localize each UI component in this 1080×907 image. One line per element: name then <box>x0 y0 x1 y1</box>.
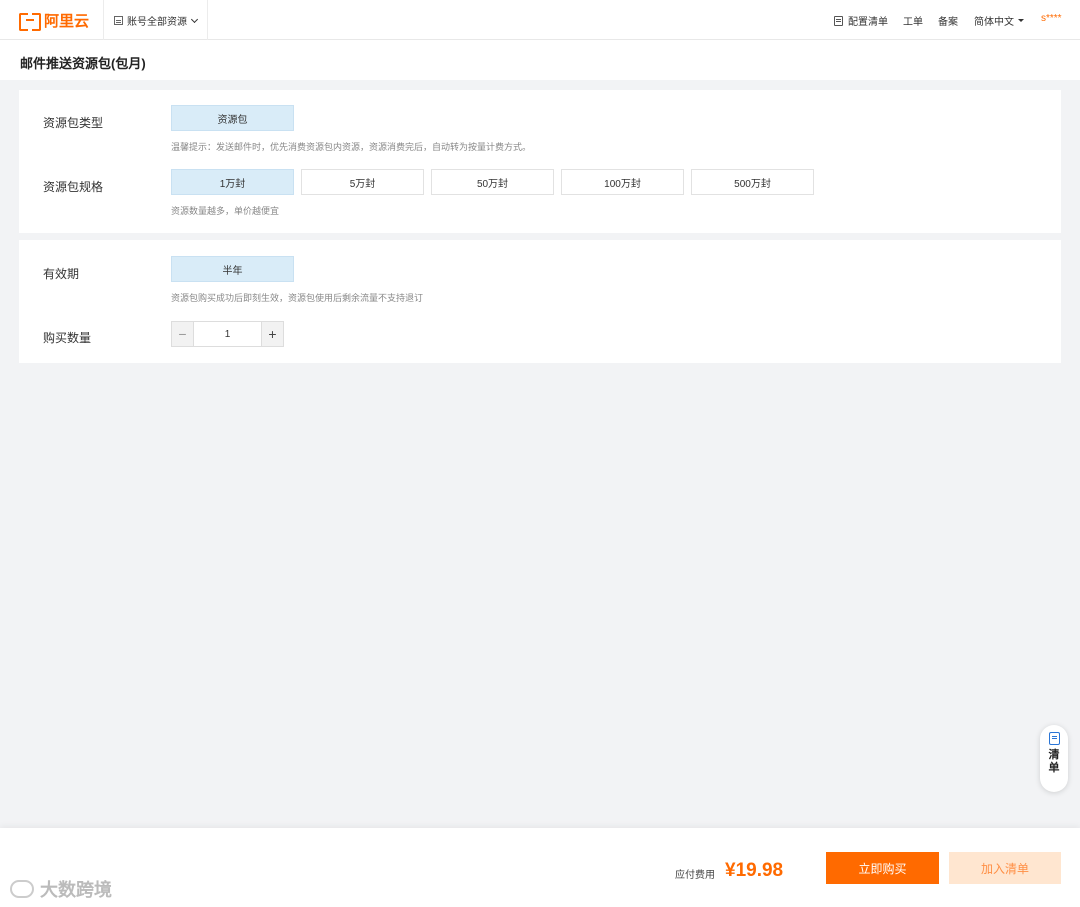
validity-hint: 资源包购买成功后即刻生效，资源包使用后剩余流量不支持退订 <box>171 293 424 303</box>
package-spec-label: 资源包规格 <box>43 180 104 194</box>
config-list-link[interactable]: 配置清单 <box>834 13 888 28</box>
validity-label: 有效期 <box>43 267 80 281</box>
watermark-logo-icon <box>10 880 34 898</box>
package-config-panel: 资源包类型 资源包 温馨提示：发送邮件时，优先消费资源包内资源，资源消费完后，自… <box>19 90 1061 233</box>
spec-option-10k[interactable]: 1万封 <box>171 169 294 195</box>
purchase-config-panel: 有效期 半年 资源包购买成功后即刻生效，资源包使用后剩余流量不支持退订 购买数量… <box>19 240 1061 363</box>
top-nav: 阿里云 账号全部资源 配置清单 工单 备案 简体中文 s**** <box>0 0 1080 40</box>
spec-option-50k[interactable]: 5万封 <box>301 169 424 195</box>
chevron-down-icon <box>190 15 199 23</box>
floating-cart-label: 清单 <box>1048 749 1060 774</box>
aliyun-logo-icon <box>19 13 41 31</box>
fee-label: 应付费用 <box>675 870 715 881</box>
user-account[interactable]: s**** <box>1041 13 1062 24</box>
aliyun-logo[interactable]: 阿里云 <box>19 10 90 31</box>
watermark-text: 大数跨境 <box>40 880 112 900</box>
nav-divider <box>103 0 104 40</box>
quantity-input[interactable]: 1 <box>194 322 261 346</box>
package-type-option[interactable]: 资源包 <box>171 105 294 131</box>
filing-link[interactable]: 备案 <box>938 13 958 28</box>
language-label: 简体中文 <box>974 17 1014 28</box>
spec-option-1m[interactable]: 100万封 <box>561 169 684 195</box>
spec-option-5m[interactable]: 500万封 <box>691 169 814 195</box>
checkout-bar: 大数跨境 应付费用 ¥19.98 立即购买 加入清单 <box>0 828 1080 907</box>
floating-cart-button[interactable]: 清单 <box>1040 725 1068 792</box>
quantity-label: 购买数量 <box>43 331 92 345</box>
watermark: 大数跨境 <box>10 876 112 902</box>
page-header: 邮件推送资源包(包月) <box>0 40 1080 80</box>
decrement-button[interactable]: − <box>172 322 194 346</box>
package-type-label: 资源包类型 <box>43 116 104 130</box>
package-spec-hint: 资源数量越多，单价越便宜 <box>171 206 280 216</box>
page-title: 邮件推送资源包(包月) <box>20 56 146 71</box>
config-list-label: 配置清单 <box>848 17 888 28</box>
validity-option[interactable]: 半年 <box>171 256 294 282</box>
spec-option-500k[interactable]: 50万封 <box>431 169 554 195</box>
add-to-list-button[interactable]: 加入清单 <box>949 852 1061 884</box>
list-icon <box>114 16 123 25</box>
ticket-label: 工单 <box>903 17 923 28</box>
caret-down-icon <box>1018 19 1024 22</box>
increment-button[interactable]: + <box>261 322 283 346</box>
package-type-hint: 温馨提示：发送邮件时，优先消费资源包内资源，资源消费完后，自动转为按量计费方式。 <box>171 142 532 152</box>
account-menu-label: 账号全部资源 <box>127 17 187 28</box>
document-icon <box>834 15 843 26</box>
logo-text: 阿里云 <box>44 12 90 30</box>
account-resources-menu[interactable]: 账号全部资源 <box>114 13 199 28</box>
filing-label: 备案 <box>938 17 958 28</box>
fee-amount: ¥19.98 <box>725 860 784 881</box>
nav-divider <box>207 0 208 40</box>
ticket-link[interactable]: 工单 <box>903 13 923 28</box>
buy-now-button[interactable]: 立即购买 <box>826 852 939 884</box>
quantity-stepper: − 1 + <box>171 321 284 347</box>
language-switcher[interactable]: 简体中文 <box>974 13 1024 28</box>
cart-list-icon <box>1048 732 1060 745</box>
